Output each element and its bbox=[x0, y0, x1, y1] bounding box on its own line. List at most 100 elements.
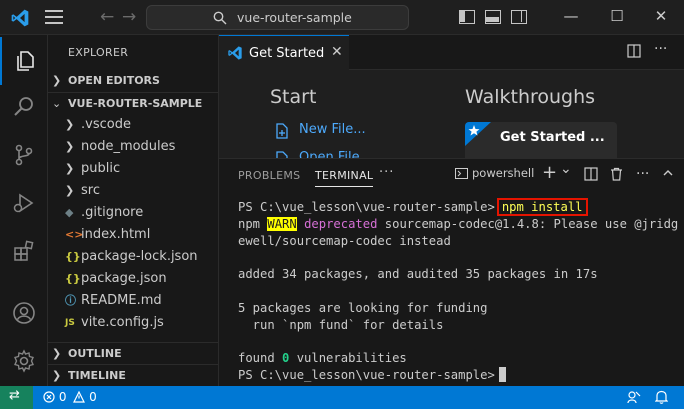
run-debug-icon[interactable] bbox=[0, 179, 48, 227]
back-arrow-icon[interactable]: ← bbox=[100, 7, 114, 27]
terminal-line: PS C:\vue_lesson\vue-router-sample> bbox=[238, 367, 506, 384]
command-center-search[interactable]: vue-router-sample bbox=[146, 5, 409, 30]
remote-icon: ⇄ bbox=[9, 388, 20, 403]
chevron-right-icon: ❯ bbox=[52, 347, 62, 360]
found-prefix: found bbox=[238, 351, 283, 365]
remote-indicator[interactable]: ⇄ bbox=[0, 386, 33, 409]
maximize-button[interactable]: ☐ bbox=[594, 0, 640, 35]
npm-prefix: npm bbox=[238, 217, 268, 231]
tree-folder-public[interactable]: ❯ public bbox=[48, 158, 219, 180]
extensions-icon[interactable] bbox=[0, 227, 48, 275]
outline-label: OUTLINE bbox=[68, 347, 122, 360]
split-editor-icon[interactable] bbox=[627, 44, 641, 62]
account-icon[interactable] bbox=[0, 289, 48, 337]
forward-arrow-icon[interactable]: → bbox=[122, 7, 136, 27]
explorer-sidebar: EXPLORER ❯ OPEN EDITORS ⌄ VUE-ROUTER-SAM… bbox=[48, 35, 219, 386]
maximize-panel-icon[interactable] bbox=[662, 167, 674, 183]
vscode-logo-icon bbox=[11, 9, 29, 27]
sidebar-title: EXPLORER bbox=[68, 46, 129, 59]
more-actions-icon[interactable]: ··· bbox=[654, 41, 667, 57]
settings-gear-icon[interactable] bbox=[0, 337, 48, 385]
search-text: vue-router-sample bbox=[237, 10, 352, 25]
chevron-right-icon: ❯ bbox=[52, 369, 62, 382]
open-editors-label: OPEN EDITORS bbox=[68, 74, 160, 87]
toggle-panel-icon[interactable] bbox=[485, 10, 501, 24]
terminal-line: npm WARN deprecated sourcemap-codec@1.4.… bbox=[238, 216, 678, 233]
tree-item-label: package.json bbox=[81, 271, 167, 286]
notifications-bell-icon[interactable] bbox=[654, 390, 669, 407]
terminal-line: 5 packages are looking for funding bbox=[238, 301, 488, 315]
warn-badge: WARN bbox=[267, 217, 297, 231]
status-bar: ⇄ 0 0 bbox=[0, 386, 684, 409]
search-icon bbox=[213, 11, 227, 25]
toggle-primary-sidebar-icon[interactable] bbox=[459, 10, 475, 24]
chevron-right-icon: ❯ bbox=[65, 140, 75, 153]
terminal-cursor bbox=[498, 367, 506, 382]
terminal-prompt: PS C:\vue_lesson\vue-router-sample> bbox=[238, 200, 495, 214]
json-file-icon: {} bbox=[65, 272, 81, 285]
walkthrough-card[interactable]: Get Started ... bbox=[465, 122, 617, 158]
tree-folder-src[interactable]: ❯ src bbox=[48, 180, 219, 202]
tree-folder-vscode[interactable]: ❯ .vscode bbox=[48, 114, 219, 136]
tab-problems[interactable]: PROBLEMS bbox=[238, 169, 300, 182]
trash-icon[interactable] bbox=[610, 167, 623, 185]
tree-item-label: src bbox=[81, 183, 100, 198]
tree-file-gitignore[interactable]: ◆ .gitignore bbox=[48, 202, 219, 224]
tab-get-started[interactable]: Get Started ✕ bbox=[219, 35, 349, 70]
problems-status[interactable]: 0 0 bbox=[43, 390, 97, 404]
tree-file-vite-config-js[interactable]: JS vite.config.js bbox=[48, 312, 219, 334]
chevron-right-icon: ❯ bbox=[65, 118, 75, 131]
warning-icon bbox=[73, 390, 86, 403]
tree-folder-node-modules[interactable]: ❯ node_modules bbox=[48, 136, 219, 158]
editor-tab-bar: Get Started ✕ ··· bbox=[219, 35, 684, 70]
project-section[interactable]: ⌄ VUE-ROUTER-SAMPLE bbox=[48, 92, 219, 114]
tree-file-readme-md[interactable]: ⓘ README.md bbox=[48, 290, 219, 312]
source-control-icon[interactable] bbox=[0, 131, 48, 179]
tree-item-label: vite.config.js bbox=[81, 315, 164, 330]
walkthrough-title: Get Started ... bbox=[500, 130, 605, 145]
info-file-icon: ⓘ bbox=[65, 294, 76, 307]
tree-item-label: package-lock.json bbox=[81, 249, 198, 264]
panel-more-icon[interactable]: ··· bbox=[379, 165, 394, 180]
menu-icon[interactable] bbox=[45, 10, 63, 26]
new-file-icon bbox=[276, 123, 288, 139]
search-icon[interactable] bbox=[0, 83, 48, 131]
warn-message: sourcemap-codec@1.4.8: Please use @jridg bbox=[377, 217, 679, 231]
terminal-line: run `npm fund` for details bbox=[238, 318, 444, 332]
tree-item-label: node_modules bbox=[81, 139, 176, 154]
close-button[interactable]: ✕ bbox=[638, 0, 684, 35]
project-label: VUE-ROUTER-SAMPLE bbox=[68, 97, 203, 110]
terminal-prompt: PS C:\vue_lesson\vue-router-sample> bbox=[238, 368, 495, 382]
tab-terminal[interactable]: TERMINAL bbox=[315, 169, 374, 187]
terminal-line: added 34 packages, and audited 35 packag… bbox=[238, 267, 598, 281]
new-terminal-icon[interactable]: + bbox=[542, 162, 557, 183]
deprecated-label: deprecated bbox=[304, 217, 378, 231]
timeline-section[interactable]: ❯ TIMELINE bbox=[48, 364, 219, 386]
chevron-down-icon[interactable]: ⌄ bbox=[560, 161, 572, 177]
tree-file-package-json[interactable]: {} package.json bbox=[48, 268, 219, 290]
tree-file-index-html[interactable]: <> index.html bbox=[48, 224, 219, 246]
terminal-line: found 0 vulnerabilities bbox=[238, 350, 407, 367]
chevron-down-icon: ⌄ bbox=[52, 97, 62, 110]
minimize-button[interactable]: — bbox=[548, 0, 594, 35]
accounts-status-icon[interactable] bbox=[627, 390, 641, 407]
tree-item-label: README.md bbox=[81, 293, 162, 308]
outline-section[interactable]: ❯ OUTLINE bbox=[48, 342, 219, 364]
open-editors-section[interactable]: ❯ OPEN EDITORS bbox=[48, 70, 219, 92]
found-suffix: vulnerabilities bbox=[289, 351, 407, 365]
tree-item-label: .vscode bbox=[81, 117, 131, 132]
highlighted-command: npm install bbox=[496, 198, 588, 216]
chevron-right-icon: ❯ bbox=[65, 184, 75, 197]
js-file-icon: JS bbox=[65, 318, 75, 328]
explorer-icon[interactable] bbox=[0, 37, 48, 85]
tree-file-package-lock-json[interactable]: {} package-lock.json bbox=[48, 246, 219, 268]
star-badge-icon bbox=[465, 122, 491, 146]
split-terminal-icon[interactable] bbox=[584, 167, 598, 185]
tab-label: Get Started bbox=[249, 46, 325, 61]
terminal-line: PS C:\vue_lesson\vue-router-sample> npm i… bbox=[238, 198, 588, 216]
activity-bar bbox=[0, 35, 48, 386]
toggle-secondary-sidebar-icon[interactable] bbox=[511, 10, 527, 24]
terminal-icon bbox=[455, 168, 468, 179]
close-tab-icon[interactable]: ✕ bbox=[331, 44, 343, 60]
panel-ellipsis-icon[interactable]: ··· bbox=[636, 166, 649, 182]
